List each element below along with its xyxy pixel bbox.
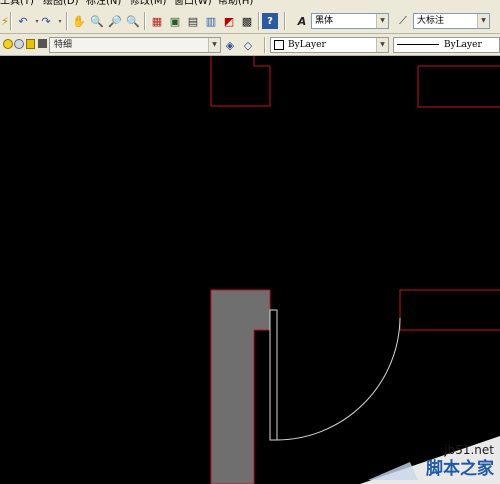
linetype-dropdown[interactable]: ByLayer (393, 37, 500, 53)
pan-icon[interactable]: ✋ (71, 13, 87, 29)
markup-icon[interactable]: ◩ (221, 13, 237, 29)
menu-bar: 工具(T) 绘图(D) 标注(N) 修改(M) 窗口(W) 帮助(H) (0, 0, 500, 9)
linetype-value: ByLayer (444, 40, 482, 50)
drawing-svg (210, 56, 500, 484)
dim-style-value: 大标注 (417, 16, 445, 26)
menu-draw[interactable]: 绘图(D) (43, 0, 79, 8)
wall-left-filled (210, 289, 271, 484)
drawing-canvas[interactable]: jb51.net 脚本之家 (0, 56, 500, 484)
toolbar-separator (258, 12, 260, 30)
color-dropdown[interactable]: ByLayer ▼ (270, 37, 389, 53)
layer-on-icon[interactable] (3, 39, 13, 49)
chevron-down-icon[interactable]: ▼ (477, 14, 489, 28)
calculator-icon[interactable]: ▩ (239, 13, 255, 29)
chevron-down-icon[interactable]: ▼ (208, 38, 220, 52)
wall-right (399, 289, 500, 331)
dim-style-icon[interactable]: ⟋ (395, 13, 411, 29)
toolbar-separator (144, 12, 146, 30)
door-leaf (269, 309, 278, 441)
zoom-previous-icon[interactable]: 🔍 (125, 13, 141, 29)
color-swatch (274, 39, 284, 50)
menu-modify[interactable]: 修改(M) (130, 0, 166, 8)
help-icon[interactable]: ? (262, 13, 278, 29)
wall-top-left (210, 56, 271, 107)
tool-palettes-icon[interactable]: ▤ (185, 13, 201, 29)
toolbar-separator (10, 12, 12, 30)
color-value: ByLayer (288, 40, 326, 50)
layer-dropdown[interactable]: 特细 ▼ (49, 37, 221, 53)
watermark-site: 脚本之家 (426, 459, 494, 479)
freeze-icon[interactable] (14, 39, 24, 49)
chevron-down-icon[interactable]: ▼ (376, 14, 388, 28)
layer-previous-icon[interactable]: ◇ (240, 37, 256, 53)
layer-color-swatch (38, 39, 47, 48)
properties-icon[interactable]: ▦ (149, 13, 165, 29)
text-style-icon[interactable]: A (294, 13, 310, 29)
layers-toolbar: 特细 ▼ ◈ ◇ ByLayer ▼ ByLayer (0, 34, 500, 56)
design-center-icon[interactable]: ▣ (167, 13, 183, 29)
standard-toolbar: ⚡ ↶ ▾ ↷ ▾ ✋ 🔍 🔎 🔍 ▦ ▣ ▤ ▥ ◩ ▩ ? A 黑体 ▼ ⟋… (0, 9, 500, 34)
wall-top-right (417, 65, 500, 108)
watermark: jb51.net 脚本之家 (360, 436, 500, 484)
chevron-down-icon[interactable]: ▼ (376, 38, 388, 52)
text-style-value: 黑体 (315, 16, 334, 26)
zoom-window-icon[interactable]: 🔎 (107, 13, 123, 29)
make-current-icon[interactable]: ◈ (222, 37, 238, 53)
linetype-preview (397, 44, 439, 45)
toolbar-separator (264, 37, 266, 53)
text-style-dropdown[interactable]: 黑体 ▼ (311, 13, 389, 29)
menu-help[interactable]: 帮助(H) (218, 0, 253, 8)
menu-dimension[interactable]: 标注(N) (86, 0, 121, 8)
door-swing-arc (276, 317, 401, 441)
toolbar-separator (284, 12, 286, 30)
layer-name: 特细 (54, 40, 73, 50)
dim-style-dropdown[interactable]: 大标注 ▼ (413, 13, 490, 29)
toolbar-separator (66, 12, 68, 30)
sheet-set-icon[interactable]: ▥ (203, 13, 219, 29)
zoom-realtime-icon[interactable]: 🔍 (89, 13, 105, 29)
lock-icon[interactable] (26, 39, 35, 49)
menu-tools[interactable]: 工具(T) (0, 0, 34, 8)
menu-window[interactable]: 窗口(W) (174, 0, 212, 8)
